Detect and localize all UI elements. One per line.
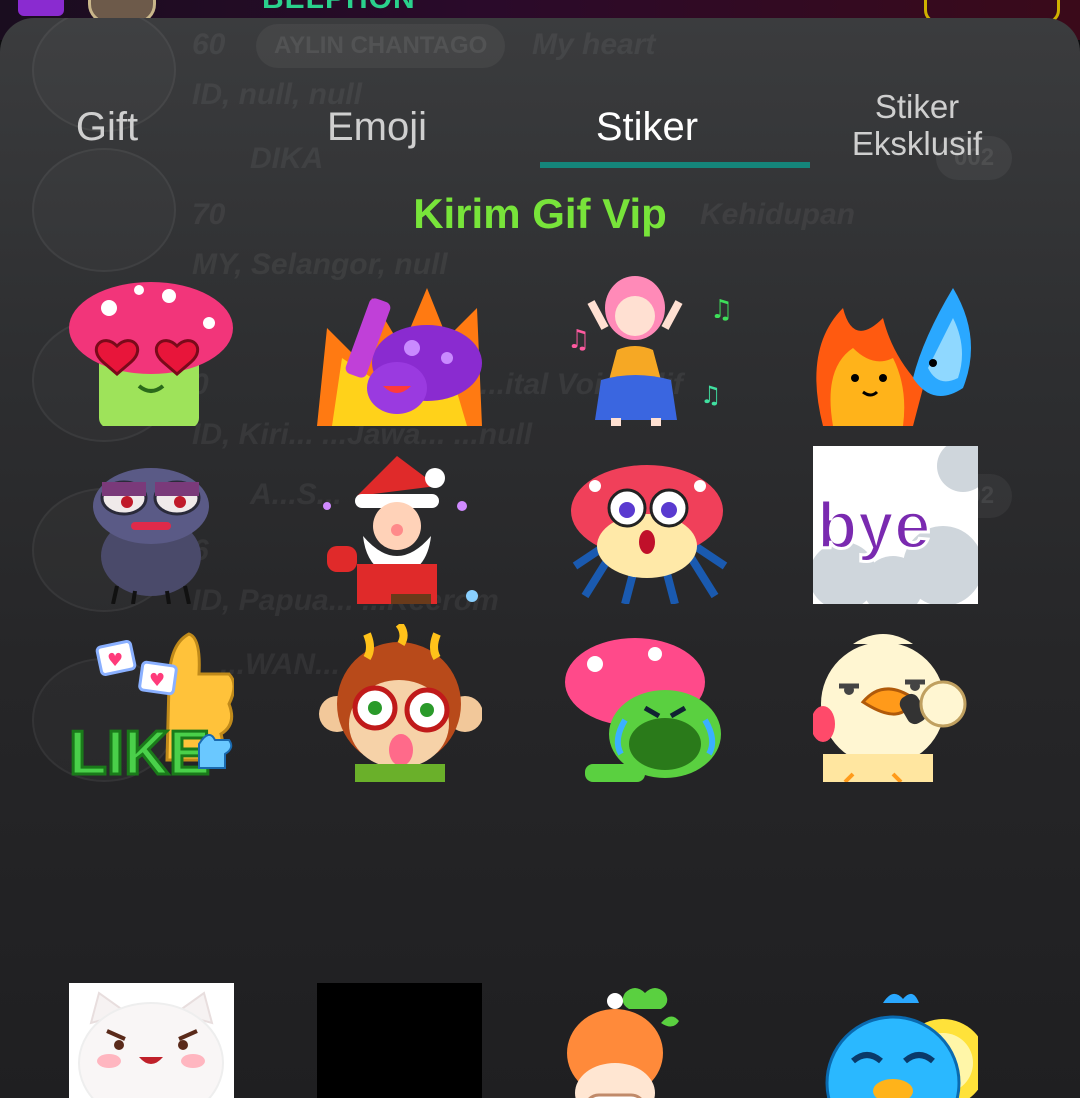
- tab-emoji[interactable]: Emoji: [242, 84, 512, 170]
- active-tab-indicator: [540, 162, 810, 168]
- white-cat-angry-sticker[interactable]: [69, 983, 234, 1098]
- ghost-text: My heart: [532, 28, 656, 61]
- background-username: BELPHON: [262, 0, 416, 16]
- svg-text:♥: ♥: [149, 670, 165, 691]
- bye-text: bye: [817, 488, 931, 562]
- tab-stiker-eksklusif[interactable]: Stiker Eksklusif: [782, 84, 1052, 170]
- purple-mushroom-chainsaw-sticker[interactable]: [317, 268, 482, 426]
- crying-mushroom-sticker[interactable]: [565, 624, 730, 782]
- duck-singing-sticker[interactable]: [813, 624, 978, 782]
- shocked-red-mushroom-sticker[interactable]: [565, 446, 730, 604]
- svg-text:♫: ♫: [710, 295, 730, 325]
- svg-text:♥: ♥: [107, 650, 123, 671]
- sticker-picker-sheet: 60 AYLIN CHANTAGO My heart ID, null, nul…: [0, 18, 1080, 1098]
- carrot-girl-peeking-sticker[interactable]: [565, 983, 730, 1098]
- ghost-level: 60: [192, 28, 226, 61]
- like-text: LIKE: [69, 719, 210, 782]
- bye-text-sticker[interactable]: bye: [813, 446, 978, 604]
- dancing-girl-music-sticker[interactable]: ♫ ♫ ♫: [565, 268, 730, 426]
- ghost-tag: AYLIN CHANTAGO: [256, 24, 506, 68]
- santa-claus-sticker[interactable]: [317, 446, 482, 604]
- mushroom-heart-eyes-sticker[interactable]: [69, 268, 234, 426]
- purple-fly-sleepy-sticker[interactable]: [69, 446, 234, 604]
- black-loading-sticker[interactable]: [317, 983, 482, 1098]
- background-level-badge: [18, 0, 64, 16]
- blue-bird-sticker[interactable]: [813, 983, 978, 1098]
- tab-gift[interactable]: Gift: [0, 84, 242, 170]
- fire-and-water-hug-sticker[interactable]: [813, 268, 978, 426]
- crazy-monkey-sticker[interactable]: [317, 624, 482, 782]
- svg-text:♫: ♫: [567, 325, 590, 355]
- section-title: Kirim Gif Vip: [413, 190, 667, 237]
- like-thumbs-up-sticker[interactable]: ♥ ♥ LIKE: [69, 624, 234, 782]
- sticker-tab-bar: Gift Emoji Stiker Stiker Eksklusif: [0, 84, 1080, 170]
- tab-stiker-eksklusif-label: Stiker Eksklusif: [851, 88, 983, 162]
- svg-text:♫: ♫: [700, 381, 722, 409]
- tab-stiker[interactable]: Stiker: [512, 84, 782, 170]
